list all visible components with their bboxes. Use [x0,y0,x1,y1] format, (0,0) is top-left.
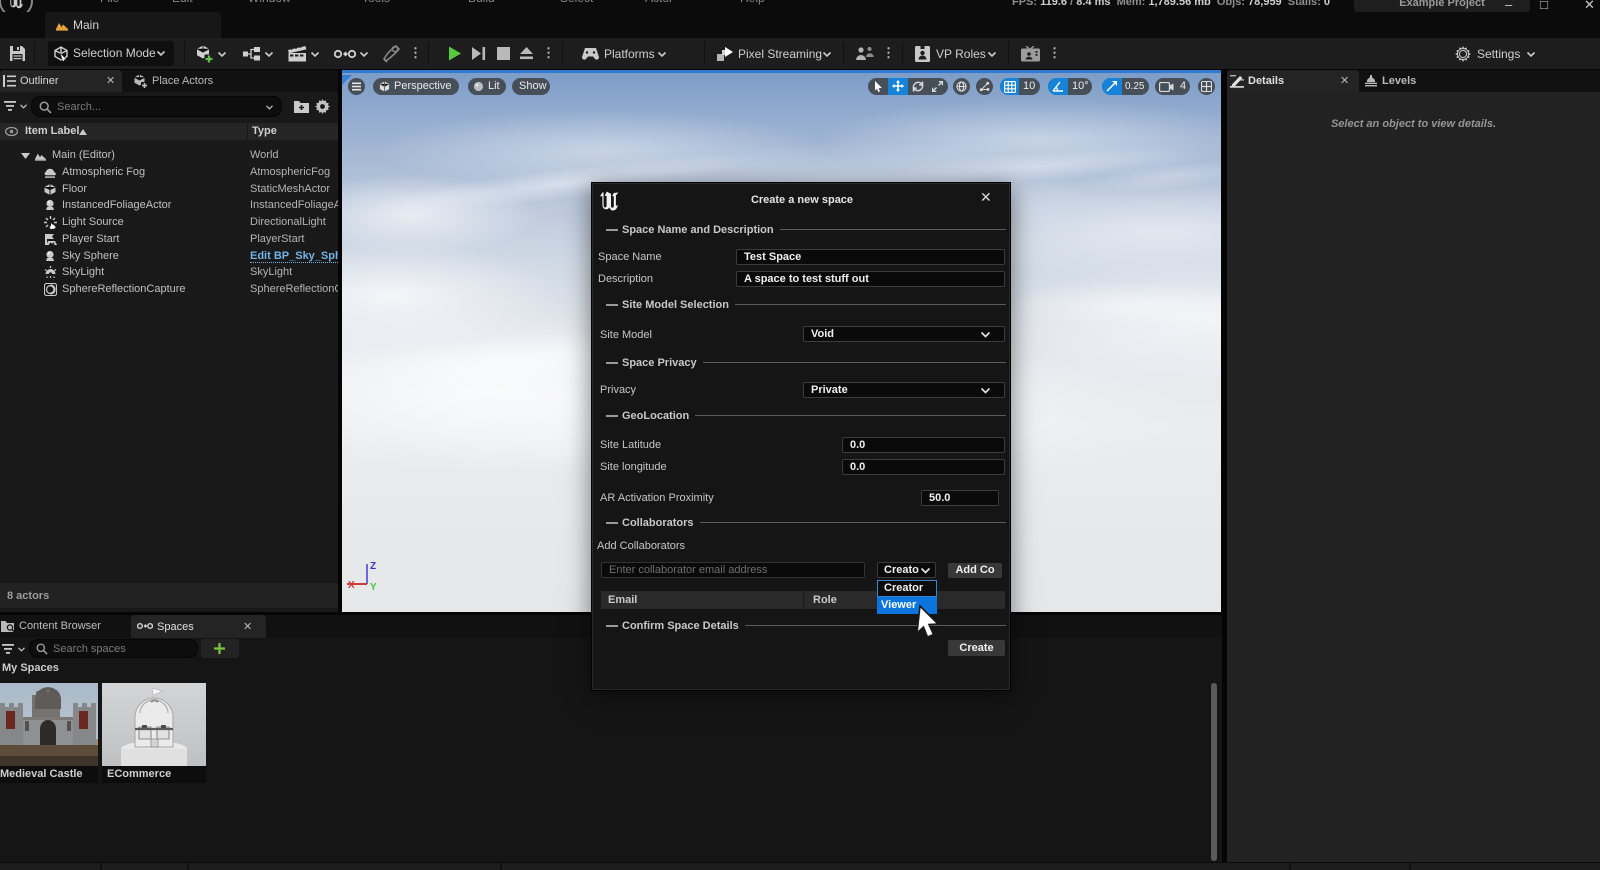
svg-text:X: X [348,580,355,591]
svg-text:Y: Y [370,582,377,593]
svg-text:Z: Z [370,561,376,572]
